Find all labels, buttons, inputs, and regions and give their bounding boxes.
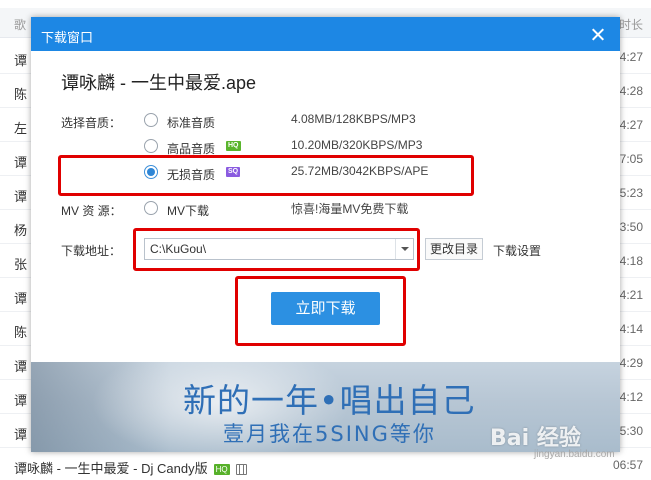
song-name: 陈 — [14, 325, 28, 340]
song-duration: 4:27 — [619, 118, 643, 132]
song-duration: 4:14 — [619, 322, 643, 336]
song-duration: 4:28 — [619, 84, 643, 98]
download-dialog: 下载窗口 谭咏麟 - 一生中最爱.ape 选择音质： 标准音质 4.08MB/1… — [31, 17, 620, 452]
dialog-titlebar[interactable]: 下载窗口 — [31, 17, 620, 51]
song-name: 谭 — [14, 53, 28, 68]
mv-download-info: 惊喜!海量MV免费下载 — [291, 202, 409, 216]
song-duration: 5:23 — [619, 186, 643, 200]
hq-badge: HQ — [213, 464, 230, 476]
quality-label: 选择音质： — [61, 116, 122, 130]
download-now-button[interactable]: 立即下载 — [271, 292, 380, 325]
banner-subline: 壹月我在5SING等你 — [223, 422, 436, 446]
song-title: 谭咏麟 - 一生中最爱.ape — [61, 73, 257, 93]
high-quality-label[interactable]: 高品音质 — [167, 140, 215, 157]
radio-mv-download[interactable] — [144, 201, 158, 215]
song-name: 谭 — [14, 427, 28, 442]
song-duration: 3:50 — [619, 220, 643, 234]
song-column-header[interactable]: 歌 — [14, 16, 26, 33]
song-duration: 4:29 — [619, 356, 643, 370]
watermark-url: jingyan.baidu.com — [534, 449, 615, 460]
song-name: 谭 — [14, 359, 28, 374]
song-duration: 4:27 — [619, 50, 643, 64]
song-duration: 4:12 — [619, 390, 643, 404]
mv-resource-label: MV 资 源： — [61, 204, 122, 218]
lossless-quality-label[interactable]: 无损音质 — [167, 166, 215, 183]
radio-high-quality[interactable] — [144, 139, 158, 153]
close-icon[interactable] — [588, 23, 608, 45]
lossless-quality-info: 25.72MB/3042KBPS/APE — [291, 164, 429, 178]
song-name-text: 谭咏麟 - 一生中最爱 - Dj Candy版 — [14, 461, 208, 476]
download-path-select[interactable] — [144, 238, 414, 260]
download-path-label: 下载地址： — [61, 244, 122, 258]
change-directory-button[interactable]: 更改目录 — [425, 238, 484, 260]
high-quality-info: 10.20MB/320KBPS/MP3 — [291, 138, 423, 152]
dialog-title: 下载窗口 — [41, 30, 94, 45]
song-name: 谭 — [14, 291, 28, 306]
song-name: 谭 — [14, 155, 28, 170]
song-name: 谭 — [14, 189, 28, 204]
song-name: 杨 — [14, 223, 28, 238]
baidu-watermark: Bai 经验 jingyan.baidu.com — [490, 420, 640, 476]
standard-quality-label[interactable]: 标准音质 — [167, 114, 215, 131]
download-settings-link[interactable]: 下载设置 — [493, 242, 541, 259]
duration-column-header[interactable]: 时长 — [619, 16, 643, 33]
radio-lossless-quality[interactable] — [144, 165, 158, 179]
song-name: 谭咏麟 - 一生中最爱 - Dj Candy版 HQ — [14, 458, 247, 477]
song-duration: 4:21 — [619, 288, 643, 302]
song-name: 谭 — [14, 393, 28, 408]
song-name: 陈 — [14, 87, 28, 102]
song-duration: 4:18 — [619, 254, 643, 268]
song-name: 张 — [14, 257, 28, 272]
download-path-input[interactable] — [145, 239, 395, 259]
banner-headline: 新的一年•唱出自己 — [183, 381, 476, 420]
hq-badge: HQ — [226, 141, 241, 151]
song-name: 左 — [14, 121, 28, 136]
standard-quality-info: 4.08MB/128KBPS/MP3 — [291, 112, 416, 126]
sq-badge: SQ — [226, 167, 241, 177]
chevron-down-icon[interactable] — [395, 239, 413, 259]
mv-download-label[interactable]: MV下载 — [167, 202, 209, 219]
radio-standard-quality[interactable] — [144, 113, 158, 127]
song-duration: 7:05 — [619, 152, 643, 166]
watermark-logo: Bai 经验 — [490, 426, 581, 451]
mv-film-icon[interactable] — [235, 464, 247, 476]
